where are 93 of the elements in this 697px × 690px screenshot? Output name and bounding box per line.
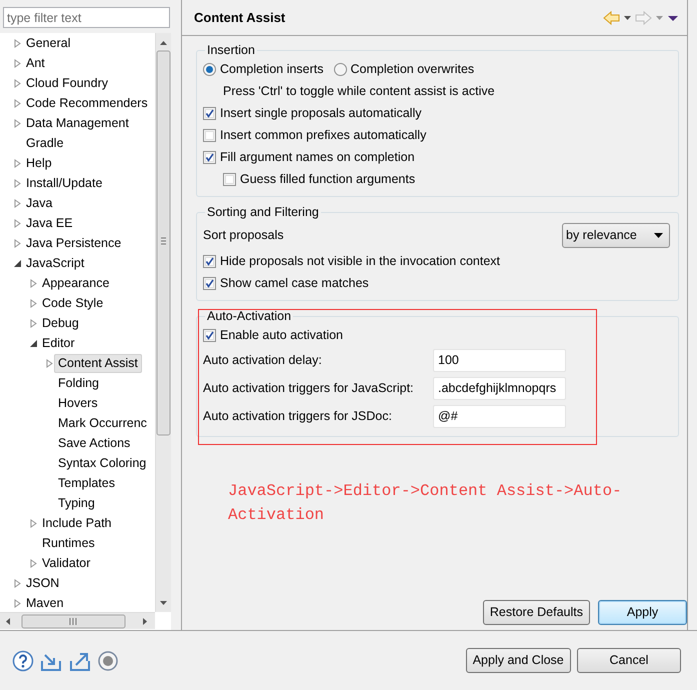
expand-icon[interactable]: [13, 98, 22, 108]
tree-item[interactable]: General: [22, 34, 74, 52]
field-label: Auto activation delay:: [203, 352, 323, 368]
tree-item[interactable]: JavaScript: [22, 254, 88, 272]
tree-item[interactable]: Templates: [54, 474, 119, 492]
tree-item[interactable]: Folding: [54, 374, 103, 392]
checkbox-label: Show camel case matches: [220, 276, 369, 290]
sort-dropdown[interactable]: by relevance: [562, 222, 670, 248]
horizontal-scrollbar[interactable]: [0, 612, 155, 629]
tree-item[interactable]: Mark Occurrenc: [54, 414, 151, 432]
tree-item[interactable]: Code Recommenders: [22, 94, 152, 112]
tree-item[interactable]: Help: [22, 154, 56, 172]
expand-icon[interactable]: [29, 278, 38, 288]
collapse-icon[interactable]: [13, 258, 22, 268]
expand-icon[interactable]: [13, 158, 22, 168]
expand-icon[interactable]: [29, 298, 38, 308]
tree-item[interactable]: Appearance: [38, 274, 114, 292]
vertical-scrollbar[interactable]: [155, 33, 171, 612]
field-label: Auto activation triggers for JSDoc:: [203, 408, 393, 424]
tree-item[interactable]: Debug: [38, 314, 83, 332]
checkbox[interactable]: [203, 276, 216, 290]
expand-icon[interactable]: [45, 358, 54, 368]
checkbox[interactable]: [203, 150, 216, 164]
tree-item[interactable]: Hovers: [54, 394, 102, 412]
tree-item[interactable]: Save Actions: [54, 434, 134, 452]
tree-item[interactable]: Gradle: [22, 134, 68, 152]
cancel-button[interactable]: Cancel: [577, 648, 681, 673]
expand-icon[interactable]: [13, 178, 22, 188]
tree-item[interactable]: Data Management: [22, 114, 133, 132]
expand-icon[interactable]: [13, 118, 22, 128]
checkbox-label: Hide proposals not visible in the invocation context: [220, 254, 500, 268]
tree-item[interactable]: Java: [22, 194, 56, 212]
tree-item[interactable]: Ant: [22, 54, 49, 72]
radio-label: Completion overwrites: [350, 62, 474, 76]
dropdown-caret-icon[interactable]: [622, 14, 632, 22]
view-menu-icon[interactable]: [667, 14, 679, 22]
group-title: Sorting and Filtering: [206, 205, 320, 220]
tree-item[interactable]: Content Assist: [54, 354, 142, 372]
tree-item[interactable]: Include Path: [38, 514, 116, 532]
dropdown-arrow-icon: [654, 232, 663, 238]
expand-icon[interactable]: [13, 78, 22, 88]
tree-item[interactable]: Install/Update: [22, 174, 106, 192]
tree-item[interactable]: Editor: [38, 334, 79, 352]
apply-and-close-button[interactable]: Apply and Close: [466, 648, 571, 673]
expand-icon[interactable]: [29, 518, 38, 528]
collapse-icon[interactable]: [29, 338, 38, 348]
checkbox-label: Enable auto activation: [220, 328, 344, 342]
text-field[interactable]: .abcdefghijklmnopqrs: [433, 376, 566, 400]
radio-button[interactable]: [334, 62, 347, 76]
expand-icon[interactable]: [13, 58, 22, 68]
tree-item[interactable]: Typing: [54, 494, 99, 512]
group-title: Auto-Activation: [206, 309, 292, 324]
expand-icon[interactable]: [13, 38, 22, 48]
checkbox[interactable]: [203, 106, 216, 120]
field-label: Auto activation triggers for JavaScript:: [203, 380, 415, 396]
page-title: Content Assist: [194, 10, 286, 26]
checkbox[interactable]: [203, 128, 216, 142]
tree-item[interactable]: Runtimes: [38, 534, 99, 552]
radio-label: Completion inserts: [220, 62, 324, 76]
field-label: Sort proposals: [203, 228, 284, 242]
tree-item[interactable]: Validator: [38, 554, 94, 572]
tree-item[interactable]: Syntax Coloring: [54, 454, 150, 472]
annotation-text: JavaScript->Editor->Content Assist->Auto-Activation: [228, 481, 623, 526]
expand-icon[interactable]: [13, 198, 22, 208]
record-icon[interactable]: [96, 650, 119, 672]
hint-text: Press 'Ctrl' to toggle while content assist is active: [223, 84, 495, 98]
expand-icon[interactable]: [13, 218, 22, 228]
checkbox[interactable]: [203, 328, 216, 342]
help-icon[interactable]: [12, 650, 34, 672]
apply-button[interactable]: Apply: [598, 600, 687, 625]
tree-item[interactable]: Java Persistence: [22, 234, 126, 252]
checkbox-label: Insert single proposals automatically: [220, 106, 422, 120]
filter-field[interactable]: type filter text: [3, 7, 170, 28]
tree-item[interactable]: Cloud Foundry: [22, 74, 112, 92]
expand-icon[interactable]: [29, 318, 38, 328]
checkbox-label: Fill argument names on completion: [220, 150, 415, 164]
restore-defaults-button[interactable]: Restore Defaults: [482, 600, 590, 625]
tree-item[interactable]: JSON: [22, 574, 64, 592]
expand-icon[interactable]: [13, 238, 22, 248]
checkbox-label: Insert common prefixes automatically: [220, 128, 426, 142]
expand-icon[interactable]: [13, 578, 22, 588]
tree-item[interactable]: Maven: [22, 594, 68, 612]
tree-item[interactable]: Java EE: [22, 214, 77, 232]
group-title: Insertion: [206, 43, 256, 58]
checkbox[interactable]: [203, 254, 216, 268]
radio-button[interactable]: [203, 62, 216, 76]
text-field[interactable]: @#: [433, 404, 566, 428]
expand-icon[interactable]: [29, 558, 38, 568]
checkbox[interactable]: [223, 172, 236, 186]
text-field[interactable]: 100: [433, 348, 566, 372]
expand-icon[interactable]: [13, 598, 22, 608]
checkbox-label: Guess filled function arguments: [240, 172, 416, 186]
tree-item[interactable]: Code Style: [38, 294, 108, 312]
